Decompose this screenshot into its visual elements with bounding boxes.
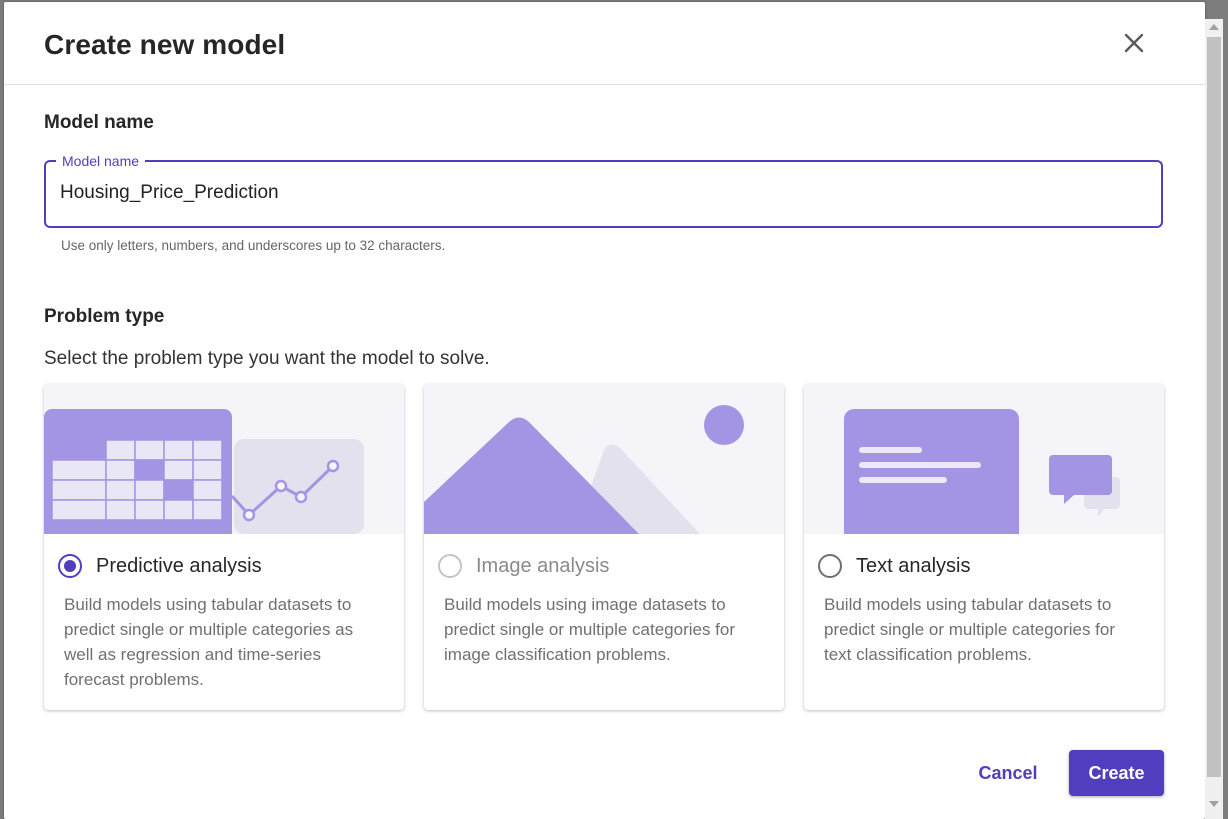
cancel-button[interactable]: Cancel xyxy=(960,750,1056,796)
model-name-field-label: Model name xyxy=(56,152,146,170)
close-icon xyxy=(1124,33,1144,53)
model-name-input[interactable] xyxy=(60,176,1140,210)
text-analysis-radio[interactable] xyxy=(818,554,842,578)
mountain-image-illustration xyxy=(424,384,784,534)
image-analysis-card[interactable]: Image analysis Build models using image … xyxy=(424,384,784,710)
text-analysis-card[interactable]: Text analysis Build models using tabular… xyxy=(804,384,1164,710)
document-chat-illustration xyxy=(804,384,1164,534)
predictive-analysis-description: Build models using tabular datasets to p… xyxy=(64,595,354,689)
image-analysis-label: Image analysis xyxy=(476,555,610,577)
dialog-header: Create new model xyxy=(4,2,1205,85)
model-name-field[interactable]: Model name xyxy=(44,152,1163,228)
dialog-title: Create new model xyxy=(44,29,286,60)
scroll-up-icon[interactable] xyxy=(1209,24,1219,30)
model-name-hint: Use only letters, numbers, and underscor… xyxy=(61,238,446,253)
scrollbar-thumb[interactable] xyxy=(1207,37,1221,777)
text-analysis-description: Build models using tabular datasets to p… xyxy=(824,595,1116,664)
predictive-analysis-card[interactable]: Predictive analysis Build models using t… xyxy=(44,384,404,710)
predictive-analysis-label: Predictive analysis xyxy=(96,555,262,577)
scroll-down-icon[interactable] xyxy=(1209,801,1219,807)
problem-type-heading: Problem type xyxy=(44,306,165,327)
close-button[interactable] xyxy=(1121,30,1147,56)
problem-type-description: Select the problem type you want the mod… xyxy=(44,348,490,369)
image-analysis-description: Build models using image datasets to pre… xyxy=(444,595,736,664)
predictive-analysis-radio[interactable] xyxy=(58,554,82,578)
model-name-heading: Model name xyxy=(44,112,154,133)
create-button[interactable]: Create xyxy=(1069,750,1164,796)
text-analysis-label: Text analysis xyxy=(856,555,971,577)
table-chart-illustration xyxy=(44,384,404,534)
image-analysis-radio[interactable] xyxy=(438,554,462,578)
create-model-dialog: Create new model Model name Model name U… xyxy=(4,2,1205,819)
